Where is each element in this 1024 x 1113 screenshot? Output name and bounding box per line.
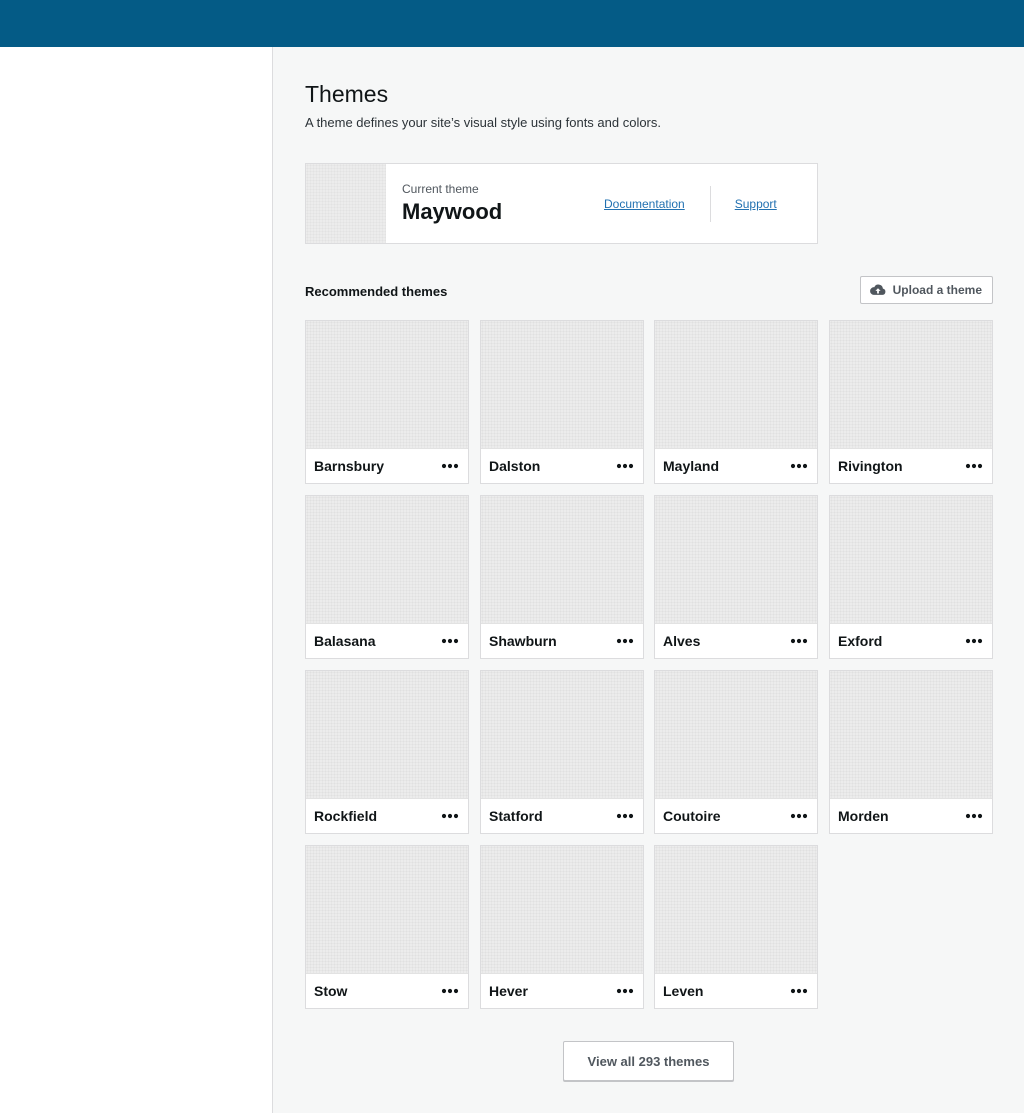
theme-card[interactable]: Exford <box>829 495 993 659</box>
ellipsis-icon[interactable] <box>964 806 984 826</box>
theme-card-footer: Morden <box>830 799 992 833</box>
theme-name: Dalston <box>489 458 541 474</box>
current-theme-links: Documentation Support <box>604 185 777 222</box>
theme-card[interactable]: Leven <box>654 845 818 1009</box>
theme-card[interactable]: Barnsbury <box>305 320 469 484</box>
theme-thumbnail[interactable] <box>830 671 992 799</box>
theme-card[interactable]: Dalston <box>480 320 644 484</box>
theme-card-footer: Rivington <box>830 449 992 483</box>
theme-card-footer: Leven <box>655 974 817 1008</box>
theme-card-footer: Mayland <box>655 449 817 483</box>
theme-thumbnail[interactable] <box>655 321 817 449</box>
upload-theme-button[interactable]: Upload a theme <box>859 276 993 304</box>
theme-name: Balasana <box>314 633 376 649</box>
current-theme-name: Maywood <box>402 199 503 224</box>
theme-thumbnail[interactable] <box>655 496 817 624</box>
theme-thumbnail[interactable] <box>655 671 817 799</box>
ellipsis-icon[interactable] <box>615 806 635 826</box>
theme-card[interactable]: Statford <box>480 670 644 834</box>
theme-card[interactable]: Rivington <box>829 320 993 484</box>
theme-name: Exford <box>838 633 883 649</box>
theme-card[interactable]: Rockfield <box>305 670 469 834</box>
theme-name: Shawburn <box>489 633 557 649</box>
theme-name: Rivington <box>838 458 903 474</box>
ellipsis-icon[interactable] <box>789 981 809 1001</box>
ellipsis-icon[interactable] <box>964 631 984 651</box>
top-bar <box>0 0 1024 47</box>
ellipsis-icon[interactable] <box>440 456 460 476</box>
theme-thumbnail[interactable] <box>481 671 643 799</box>
theme-card-footer: Statford <box>481 799 643 833</box>
theme-name: Mayland <box>663 458 720 474</box>
theme-name: Coutoire <box>663 808 721 824</box>
theme-thumbnail[interactable] <box>481 496 643 624</box>
ellipsis-icon[interactable] <box>789 456 809 476</box>
theme-thumbnail[interactable] <box>830 496 992 624</box>
ellipsis-icon[interactable] <box>440 631 460 651</box>
main-content: Themes A theme defines your site’s visua… <box>305 47 993 1081</box>
ellipsis-icon[interactable] <box>440 981 460 1001</box>
current-theme-info: Current theme Maywood <box>402 181 592 226</box>
theme-name: Stow <box>314 983 348 999</box>
theme-card-footer: Dalston <box>481 449 643 483</box>
theme-name: Leven <box>663 983 704 999</box>
current-theme-card: Current theme Maywood Documentation Supp… <box>305 163 818 244</box>
theme-card-footer: Stow <box>306 974 468 1008</box>
theme-card[interactable]: Stow <box>305 845 469 1009</box>
upload-theme-label: Upload a theme <box>892 283 982 297</box>
ellipsis-icon[interactable] <box>615 456 635 476</box>
theme-thumbnail[interactable] <box>306 321 468 449</box>
ellipsis-icon[interactable] <box>615 631 635 651</box>
theme-card-footer: Exford <box>830 624 992 658</box>
current-theme-label: Current theme <box>402 182 479 196</box>
page-description: A theme defines your site’s visual style… <box>305 115 662 130</box>
page-title: Themes <box>305 81 389 107</box>
theme-name: Hever <box>489 983 528 999</box>
cloud-upload-icon <box>869 284 886 296</box>
ellipsis-icon[interactable] <box>789 806 809 826</box>
view-all-themes-button[interactable]: View all 293 themes <box>563 1041 734 1081</box>
ellipsis-icon[interactable] <box>440 806 460 826</box>
ellipsis-icon[interactable] <box>789 631 809 651</box>
theme-card-footer: Rockfield <box>306 799 468 833</box>
theme-thumbnail[interactable] <box>306 496 468 624</box>
current-theme-thumbnail <box>306 164 386 243</box>
theme-card-footer: Hever <box>481 974 643 1008</box>
theme-name: Barnsbury <box>314 458 385 474</box>
theme-name: Alves <box>663 633 701 649</box>
theme-name: Statford <box>489 808 543 824</box>
theme-card-footer: Alves <box>655 624 817 658</box>
theme-card[interactable]: Mayland <box>654 320 818 484</box>
support-link[interactable]: Support <box>711 197 777 211</box>
theme-thumbnail[interactable] <box>655 846 817 974</box>
documentation-link[interactable]: Documentation <box>604 197 710 211</box>
theme-card[interactable]: Coutoire <box>654 670 818 834</box>
theme-card[interactable]: Morden <box>829 670 993 834</box>
sidebar <box>0 47 273 1113</box>
theme-card[interactable]: Alves <box>654 495 818 659</box>
theme-thumbnail[interactable] <box>306 671 468 799</box>
theme-card-footer: Shawburn <box>481 624 643 658</box>
ellipsis-icon[interactable] <box>615 981 635 1001</box>
theme-card-footer: Barnsbury <box>306 449 468 483</box>
recommended-header: Recommended themes Upload a theme <box>305 276 993 304</box>
theme-thumbnail[interactable] <box>306 846 468 974</box>
theme-thumbnail[interactable] <box>830 321 992 449</box>
ellipsis-icon[interactable] <box>964 456 984 476</box>
theme-thumbnail[interactable] <box>481 321 643 449</box>
theme-card[interactable]: Balasana <box>305 495 469 659</box>
theme-name: Rockfield <box>314 808 378 824</box>
recommended-title: Recommended themes <box>305 283 448 299</box>
theme-card[interactable]: Hever <box>480 845 644 1009</box>
theme-name: Morden <box>838 808 889 824</box>
theme-card-footer: Balasana <box>306 624 468 658</box>
theme-card-footer: Coutoire <box>655 799 817 833</box>
theme-card[interactable]: Shawburn <box>480 495 644 659</box>
theme-thumbnail[interactable] <box>481 846 643 974</box>
